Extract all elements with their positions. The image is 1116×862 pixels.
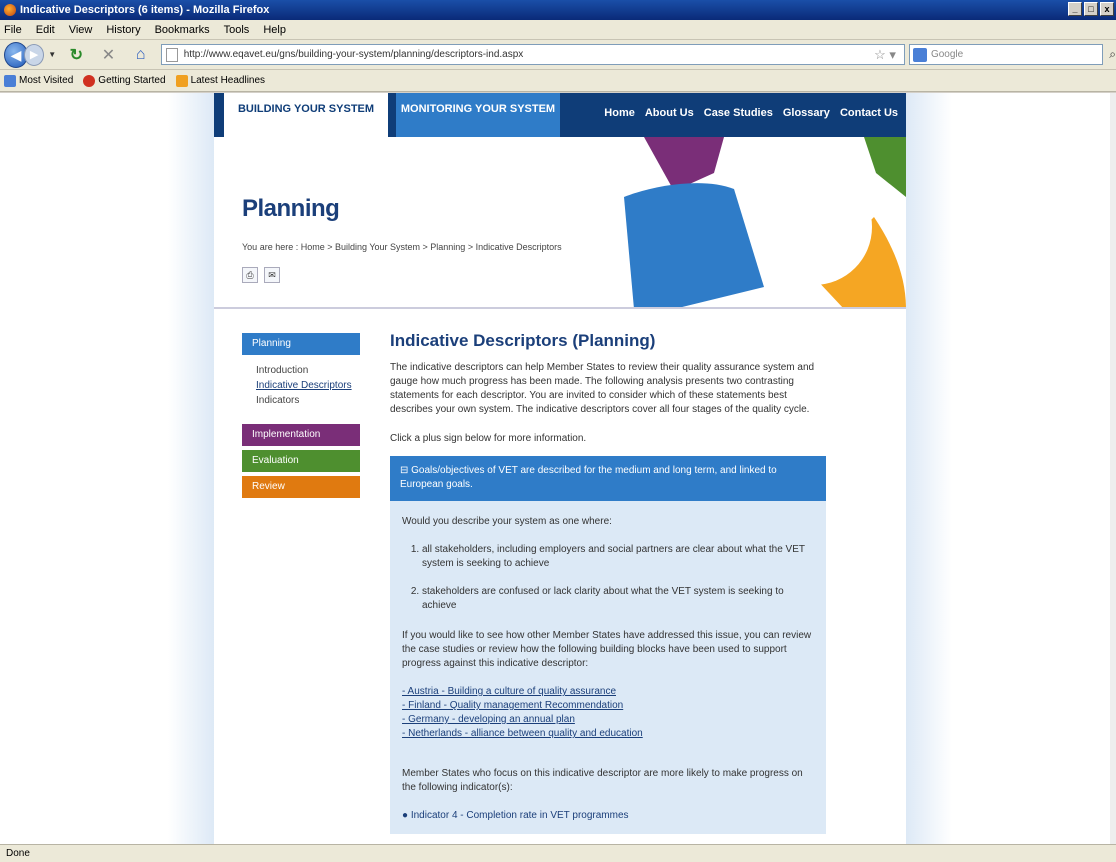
- intro-text: The indicative descriptors can help Memb…: [390, 362, 815, 415]
- menu-edit[interactable]: Edit: [36, 24, 55, 36]
- window-title: Indicative Descriptors (6 items) - Mozil…: [20, 4, 270, 16]
- page-shadow-left: [168, 93, 214, 844]
- main-content: Indicative Descriptors (Planning) The in…: [390, 331, 826, 834]
- site-top-nav: BUILDING YOUR SYSTEM MONITORING YOUR SYS…: [214, 93, 906, 137]
- link-netherlands[interactable]: - Netherlands - alliance between quality…: [402, 727, 814, 741]
- search-icon[interactable]: ⌕: [1109, 47, 1116, 62]
- page-title: Planning: [242, 195, 340, 222]
- bookmark-label: Latest Headlines: [190, 75, 266, 86]
- window-titlebar: Indicative Descriptors (6 items) - Mozil…: [0, 0, 1116, 20]
- link-glossary[interactable]: Glossary: [783, 107, 830, 119]
- content-heading: Indicative Descriptors (Planning): [390, 331, 656, 350]
- maximize-button[interactable]: □: [1084, 2, 1098, 16]
- menu-history[interactable]: History: [106, 24, 140, 36]
- stop-icon[interactable]: ✕: [98, 45, 118, 65]
- status-bar: Done: [0, 844, 1116, 862]
- forward-button[interactable]: ▶: [23, 43, 45, 66]
- building-block-links: - Austria - Building a culture of qualit…: [402, 685, 814, 741]
- menu-bookmarks[interactable]: Bookmarks: [155, 24, 210, 36]
- bookmark-latest-headlines[interactable]: Latest Headlines: [175, 74, 266, 87]
- link-home[interactable]: Home: [604, 107, 635, 119]
- search-placeholder: Google: [930, 49, 964, 60]
- web-page: BUILDING YOUR SYSTEM MONITORING YOUR SYS…: [214, 93, 906, 844]
- link-case-studies[interactable]: Case Studies: [704, 107, 773, 119]
- left-navigation: Planning Introduction Indicative Descrip…: [242, 333, 360, 498]
- link-finland[interactable]: - Finland - Quality management Recommend…: [402, 699, 814, 713]
- close-button[interactable]: x: [1100, 2, 1114, 16]
- nav-planning[interactable]: Planning: [242, 333, 360, 355]
- rss-icon: [175, 74, 188, 87]
- firefox-icon: [4, 4, 16, 16]
- bookmark-most-visited[interactable]: Most Visited: [4, 74, 74, 87]
- minimize-button[interactable]: _: [1068, 2, 1082, 16]
- tab-building-your-system[interactable]: BUILDING YOUR SYSTEM: [224, 93, 388, 137]
- planning-subnav: Introduction Indicative Descriptors Indi…: [242, 355, 360, 416]
- page-favicon-icon: [165, 47, 178, 62]
- review-text: If you would like to see how other Membe…: [402, 630, 812, 669]
- url-bar[interactable]: http://www.eqavet.eu/gns/building-your-s…: [160, 44, 905, 65]
- link-contact-us[interactable]: Contact Us: [840, 107, 898, 119]
- url-text: http://www.eqavet.eu/gns/building-your-s…: [183, 49, 524, 60]
- nav-review[interactable]: Review: [242, 476, 360, 498]
- most-visited-icon: [4, 74, 16, 87]
- indicator-link[interactable]: ● Indicator 4 - Completion rate in VET p…: [402, 809, 814, 823]
- nav-indicative-descriptors[interactable]: Indicative Descriptors: [256, 380, 360, 391]
- page-banner: Planning You are here : Home > Building …: [214, 137, 906, 309]
- home-icon[interactable]: ⌂: [131, 46, 151, 64]
- menu-bar: File Edit View History Bookmarks Tools H…: [0, 20, 1116, 40]
- click-hint: Click a plus sign below for more informa…: [390, 433, 587, 444]
- reload-icon[interactable]: ↻: [66, 45, 86, 65]
- quality-cycle-graphic: [614, 137, 906, 307]
- bookmark-label: Most Visited: [19, 75, 74, 86]
- accordion-body: Would you describe your system as one wh…: [390, 501, 826, 834]
- navigation-toolbar: ◀ ▶ ▼ ↻ ✕ ⌂ http://www.eqavet.eu/gns/bui…: [0, 40, 1116, 70]
- nav-introduction[interactable]: Introduction: [256, 365, 360, 376]
- link-germany[interactable]: - Germany - developing an annual plan: [402, 713, 814, 727]
- nav-evaluation[interactable]: Evaluation: [242, 450, 360, 472]
- menu-tools[interactable]: Tools: [224, 24, 250, 36]
- history-dropdown-icon[interactable]: ▼: [48, 50, 56, 59]
- print-icon[interactable]: ⎙: [242, 267, 258, 283]
- list-item: all stakeholders, including employers an…: [422, 543, 814, 571]
- link-about-us[interactable]: About Us: [645, 107, 694, 119]
- bookmark-getting-started[interactable]: Getting Started: [83, 74, 166, 87]
- getting-started-icon: [83, 74, 96, 87]
- top-links: Home About Us Case Studies Glossary Cont…: [604, 107, 898, 119]
- list-item: stakeholders are confused or lack clarit…: [422, 585, 814, 613]
- tab-monitoring-your-system[interactable]: MONITORING YOUR SYSTEM: [396, 93, 560, 137]
- nav-implementation[interactable]: Implementation: [242, 424, 360, 446]
- google-icon[interactable]: [912, 47, 927, 62]
- nav-indicators[interactable]: Indicators: [256, 395, 360, 406]
- page-shadow-right: [906, 93, 952, 844]
- bookmark-star-icon[interactable]: ☆ ▾: [874, 47, 896, 63]
- indicators-text: Member States who focus on this indicati…: [402, 768, 803, 793]
- page-viewport: BUILDING YOUR SYSTEM MONITORING YOUR SYS…: [0, 93, 1116, 844]
- question-text: Would you describe your system as one wh…: [402, 516, 612, 527]
- email-icon[interactable]: ✉: [264, 267, 280, 283]
- menu-help[interactable]: Help: [263, 24, 286, 36]
- menu-view[interactable]: View: [69, 24, 93, 36]
- bookmark-label: Getting Started: [98, 75, 166, 86]
- scrollbar[interactable]: [1110, 93, 1116, 844]
- options-list: all stakeholders, including employers an…: [402, 543, 814, 613]
- breadcrumb[interactable]: You are here : Home > Building Your Syst…: [242, 242, 562, 252]
- search-input[interactable]: Google: [908, 44, 1104, 65]
- accordion-header[interactable]: ⊟ Goals/objectives of VET are described …: [390, 456, 826, 501]
- menu-file[interactable]: File: [4, 24, 22, 36]
- bookmarks-toolbar: Most Visited Getting Started Latest Head…: [0, 70, 1116, 92]
- link-austria[interactable]: - Austria - Building a culture of qualit…: [402, 685, 814, 699]
